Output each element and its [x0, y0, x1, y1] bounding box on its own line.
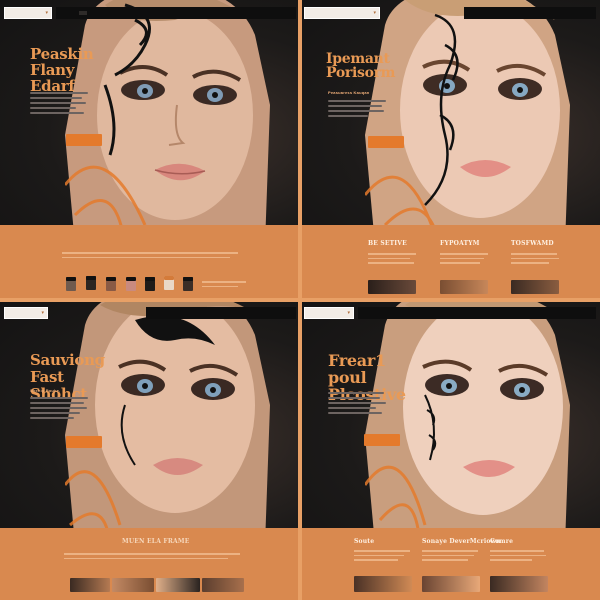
top-navbar: ▾ — [0, 306, 300, 320]
feature-heading: Comre — [490, 538, 514, 545]
gallery-thumbnail[interactable] — [354, 576, 412, 592]
search-input[interactable]: ▾ — [304, 307, 354, 319]
top-navbar: ▾ — [0, 6, 300, 20]
product-jar[interactable] — [164, 276, 174, 290]
chevron-down-icon: ▾ — [347, 310, 350, 316]
product-jar[interactable] — [183, 277, 193, 291]
website-mockup-1: ▾ Peaskin Flany Edarf — [0, 0, 300, 300]
gallery-thumbnail[interactable] — [112, 578, 154, 592]
hero-cta-button[interactable] — [364, 434, 400, 446]
feature-text-placeholder — [354, 550, 410, 564]
feature-heading: FYPOATYM — [440, 240, 480, 247]
gallery-thumbnail[interactable] — [70, 578, 110, 592]
hero-cta-button[interactable] — [66, 134, 102, 146]
feature-button[interactable] — [440, 280, 488, 294]
feature-heading: TOSFWAMD — [511, 240, 554, 247]
search-input[interactable]: ▾ — [4, 7, 52, 19]
hero-section: ▾ Ipemant Porisorm Peasuaress Kauqan — [300, 0, 600, 225]
section-title: MUEN ELA FRAME — [122, 538, 190, 545]
feature-heading: BE SETIVE — [368, 240, 407, 247]
body-text-placeholder — [30, 397, 88, 422]
section-text-placeholder — [62, 252, 242, 261]
hero-section: ▾ Peaskin Flany Edarf — [0, 0, 300, 225]
nav-links — [56, 7, 296, 19]
model-face-image — [365, 0, 570, 225]
top-navbar: ▾ — [300, 306, 600, 320]
feature-text-placeholder — [422, 550, 478, 564]
search-input[interactable]: ▾ — [4, 307, 48, 319]
nav-link[interactable] — [79, 11, 88, 15]
website-mockup-2: ▾ Ipemant Porisorm Peasuaress Kauqan BE … — [300, 0, 600, 300]
gallery-thumbnail[interactable] — [156, 578, 200, 592]
nav-links — [146, 307, 296, 319]
gallery-thumbnail[interactable] — [422, 576, 480, 592]
chevron-down-icon: ▾ — [373, 10, 376, 16]
chevron-down-icon: ▾ — [41, 310, 44, 316]
feature-button[interactable] — [511, 280, 559, 294]
product-jar[interactable] — [145, 277, 155, 291]
body-text-placeholder — [328, 392, 386, 417]
hero-section: ▾ Sauviong Fast Shohct Sbenip Pouhe. — [0, 300, 300, 528]
product-jar[interactable] — [126, 277, 136, 291]
body-text-placeholder — [30, 92, 88, 117]
moodboard-grid: ▾ Peaskin Flany Edarf ▾ Ipemant Porisorm… — [0, 0, 600, 600]
product-caption-placeholder — [202, 281, 246, 290]
hero-subhead: Peasuaress Kauqan — [328, 90, 370, 95]
nav-links — [464, 7, 596, 19]
hero-cta-button[interactable] — [368, 136, 404, 148]
website-mockup-4: ▾ Frear1 poul Plcostive Soute Sonaye Dev… — [300, 300, 600, 600]
model-face-image — [65, 0, 270, 225]
gallery-thumbnail[interactable] — [490, 576, 548, 592]
feature-heading: Soute — [354, 538, 375, 545]
hero-headline: Sauviong Fast Shohct — [30, 351, 105, 403]
hero-headline: Peaskin Flany Edarf — [30, 45, 94, 95]
product-jar[interactable] — [106, 277, 116, 291]
nav-links — [358, 307, 596, 319]
feature-heading: Sonaye DeverMcriown — [422, 538, 501, 545]
feature-button[interactable] — [368, 280, 416, 294]
feature-text-placeholder — [440, 253, 488, 267]
product-jar[interactable] — [86, 276, 96, 290]
model-face-image — [365, 300, 570, 528]
hero-subhead: Sbenip Pouhe. — [30, 388, 61, 393]
hero-headline: Ipemant Porisorm — [326, 51, 396, 81]
chevron-down-icon: ▾ — [45, 10, 48, 16]
product-jar[interactable] — [66, 277, 76, 291]
feature-text-placeholder — [511, 253, 559, 267]
website-mockup-3: ▾ Sauviong Fast Shohct Sbenip Pouhe. MUE… — [0, 300, 300, 600]
feature-text-placeholder — [490, 550, 546, 564]
hero-section: ▾ Frear1 poul Plcostive — [300, 300, 600, 528]
body-text-placeholder — [328, 100, 386, 120]
grid-divider — [0, 298, 600, 302]
model-face-image — [65, 300, 270, 528]
gallery-thumbnail[interactable] — [202, 578, 244, 592]
search-input[interactable]: ▾ — [304, 7, 380, 19]
hero-cta-button[interactable] — [66, 436, 102, 448]
feature-text-placeholder — [368, 253, 416, 267]
top-navbar: ▾ — [300, 6, 600, 20]
section-text-placeholder — [64, 553, 244, 562]
